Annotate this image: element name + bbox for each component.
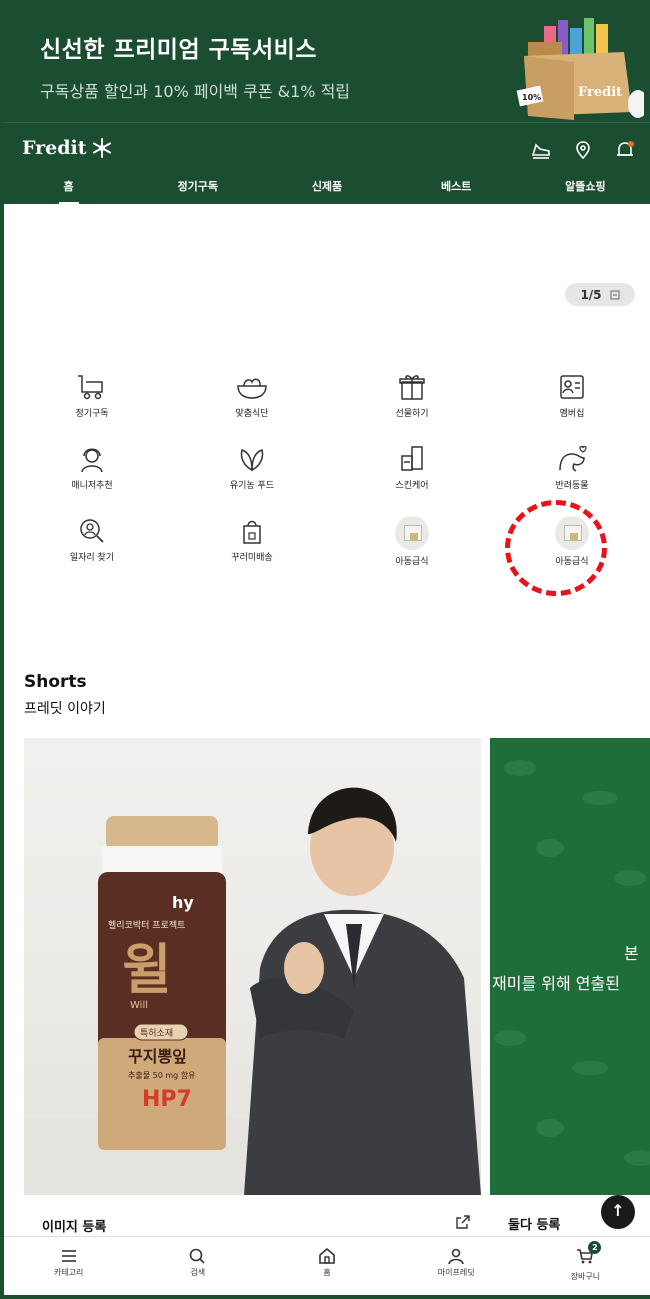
promo-title: 신선한 프리미엄 구독서비스 bbox=[40, 37, 317, 63]
shorts-card-2-image: 본 재미를 위해 연출된 bbox=[490, 738, 650, 1195]
category-label: 유기농 푸드 bbox=[229, 481, 275, 491]
tab-best[interactable]: 베스트 bbox=[392, 178, 521, 205]
bottom-nav-label: 마이프레딧 bbox=[437, 1268, 475, 1277]
cart-icon-wrap: 2 bbox=[575, 1241, 602, 1265]
red-dashed-highlight-circle bbox=[505, 500, 607, 596]
home-icon bbox=[319, 1247, 335, 1264]
category-label: 선물하기 bbox=[395, 409, 429, 419]
shorts-card-2-label: 둘다 등록 bbox=[508, 1218, 561, 1233]
category-organic-food[interactable]: 유기농 푸드 bbox=[192, 444, 312, 491]
job-search-icon bbox=[80, 519, 104, 543]
skincare-icon bbox=[401, 446, 423, 471]
bottom-nav-cart[interactable]: 2 장바구니 bbox=[521, 1237, 650, 1295]
product-ingredient: 꾸지뽕잎 bbox=[128, 1047, 187, 1066]
promo-box-tag: 10% bbox=[522, 93, 541, 102]
scroll-to-top-button[interactable]: ↑ bbox=[601, 1195, 635, 1229]
pager-expand-icon bbox=[610, 290, 620, 299]
category-child-meal[interactable]: 아동급식 bbox=[352, 516, 472, 567]
category-label: 꾸러미배송 bbox=[231, 553, 273, 563]
category-gift[interactable]: 선물하기 bbox=[352, 372, 472, 419]
category-job-search[interactable]: 일자리 찾기 bbox=[32, 516, 152, 563]
gift-icon bbox=[399, 375, 425, 400]
shorts-card-2-text-1: 본 bbox=[624, 944, 639, 963]
bottom-nav: 카테고리 검색 홈 마이프레딧 2 장바구니 bbox=[4, 1236, 650, 1295]
site-header: Fredit 홈 정기구독 신제품 베스트 알뜰쇼핑 bbox=[4, 122, 650, 205]
product-ad-illustration: hy 헬리코박터 프로젝트 윌 Will 특허소재 꾸지뽕잎 추출물 50 mg… bbox=[24, 787, 481, 1195]
search-icon bbox=[189, 1248, 205, 1264]
menu-icon bbox=[61, 1250, 76, 1262]
user-icon bbox=[448, 1248, 464, 1265]
salad-bowl-icon bbox=[237, 378, 267, 399]
bottom-nav-label: 카테고리 bbox=[53, 1268, 84, 1277]
promo-gift-box-image: 10% Fredit bbox=[516, 18, 644, 120]
category-pets[interactable]: 반려동물 bbox=[512, 444, 632, 491]
tab-bargain[interactable]: 알뜰쇼핑 bbox=[521, 178, 650, 205]
shorts-card-label: 이미지 등록 bbox=[42, 1220, 107, 1235]
tab-new-products[interactable]: 신제품 bbox=[262, 178, 391, 205]
bottom-nav-search[interactable]: 검색 bbox=[133, 1237, 262, 1295]
shoe-icon[interactable] bbox=[530, 139, 552, 161]
product-badge: 특허소재 bbox=[140, 1028, 173, 1039]
header-icons bbox=[530, 139, 636, 161]
promo-subtitle: 구독상품 할인과 10% 페이백 쿠폰 &1% 적립 bbox=[40, 82, 351, 101]
bottom-nav-category[interactable]: 카테고리 bbox=[4, 1237, 133, 1295]
shorts-title: Shorts bbox=[24, 672, 87, 692]
cart-count-badge: 2 bbox=[588, 1241, 602, 1254]
category-subscription[interactable]: 정기구독 bbox=[32, 372, 152, 419]
promo-box-brand: Fredit bbox=[578, 85, 622, 100]
category-custom-diet[interactable]: 맞춤식단 bbox=[192, 372, 312, 419]
hero-pager[interactable]: 1/5 bbox=[565, 283, 635, 306]
external-link-icon[interactable] bbox=[455, 1214, 471, 1230]
location-pin-icon[interactable] bbox=[572, 139, 594, 161]
category-label: 맞춤식단 bbox=[235, 409, 269, 419]
category-skincare[interactable]: 스킨케어 bbox=[352, 444, 472, 491]
shorts-card-2-text-2: 재미를 위해 연출된 bbox=[492, 974, 620, 993]
shorts-subtitle: 프레딧 이야기 bbox=[24, 701, 106, 717]
category-manager-pick[interactable]: 매니저추천 bbox=[32, 444, 152, 491]
logo-text: Fredit bbox=[22, 137, 87, 159]
category-label: 일자리 찾기 bbox=[69, 553, 115, 563]
snowflake-logo-icon bbox=[92, 138, 111, 158]
app-frame: 신선한 프리미엄 구독서비스 구독상품 할인과 10% 페이백 쿠폰 &1% 적… bbox=[0, 0, 650, 1299]
product-amount: 추출물 50 mg 함유 bbox=[128, 1070, 195, 1080]
bottom-nav-label: 홈 bbox=[323, 1268, 331, 1277]
bottom-nav-home[interactable]: 홈 bbox=[262, 1237, 391, 1295]
bottom-nav-label: 장바구니 bbox=[570, 1272, 601, 1281]
arrow-up-icon: ↑ bbox=[611, 1201, 625, 1220]
member-card-icon bbox=[560, 375, 584, 399]
green-pattern-background bbox=[494, 760, 650, 1166]
main-nav: 홈 정기구독 신제품 베스트 알뜰쇼핑 bbox=[4, 178, 650, 205]
category-package-delivery[interactable]: 꾸러미배송 bbox=[192, 516, 312, 563]
bottom-nav-my-fredit[interactable]: 마이프레딧 bbox=[392, 1237, 521, 1295]
category-label: 정기구독 bbox=[75, 409, 109, 419]
promo-banner[interactable]: 신선한 프리미엄 구독서비스 구독상품 할인과 10% 페이백 쿠폰 &1% 적… bbox=[4, 4, 650, 122]
shorts-card-2[interactable]: 본 재미를 위해 연출된 둘다 등록 bbox=[490, 738, 650, 1236]
tab-subscription[interactable]: 정기구독 bbox=[133, 178, 262, 205]
shorts-card-image: hy 헬리코박터 프로젝트 윌 Will 특허소재 꾸지뽕잎 추출물 50 mg… bbox=[24, 738, 481, 1195]
child-meal-thumbnail bbox=[395, 516, 429, 550]
category-label: 반려동물 bbox=[555, 481, 589, 491]
category-label: 매니저추천 bbox=[71, 481, 113, 491]
product-line: 헬리코박터 프로젝트 bbox=[108, 920, 185, 931]
category-label: 아동급식 bbox=[395, 557, 429, 567]
leaf-icon bbox=[240, 449, 264, 472]
bottom-nav-label: 검색 bbox=[190, 1268, 206, 1277]
tab-home[interactable]: 홈 bbox=[4, 178, 133, 205]
delivery-cart-icon bbox=[78, 375, 103, 400]
notification-bell-icon[interactable] bbox=[614, 139, 636, 161]
product-strain: HP7 bbox=[142, 1087, 192, 1112]
hero-pager-text: 1/5 bbox=[580, 287, 602, 302]
product-name-en: Will bbox=[130, 1000, 148, 1011]
product-brand: hy bbox=[172, 893, 194, 912]
package-bag-icon bbox=[243, 520, 261, 544]
shorts-card[interactable]: hy 헬리코박터 프로젝트 윌 Will 특허소재 꾸지뽕잎 추출물 50 mg… bbox=[24, 738, 481, 1236]
category-label: 스킨케어 bbox=[395, 481, 429, 491]
product-name: 윌 bbox=[122, 937, 172, 1001]
category-membership[interactable]: 멤버십 bbox=[512, 372, 632, 419]
page: 신선한 프리미엄 구독서비스 구독상품 할인과 10% 페이백 쿠폰 &1% 적… bbox=[4, 4, 650, 1295]
logo[interactable]: Fredit bbox=[22, 137, 113, 159]
pet-icon bbox=[559, 445, 587, 472]
manager-icon bbox=[81, 448, 103, 473]
category-label: 멤버십 bbox=[559, 409, 585, 419]
